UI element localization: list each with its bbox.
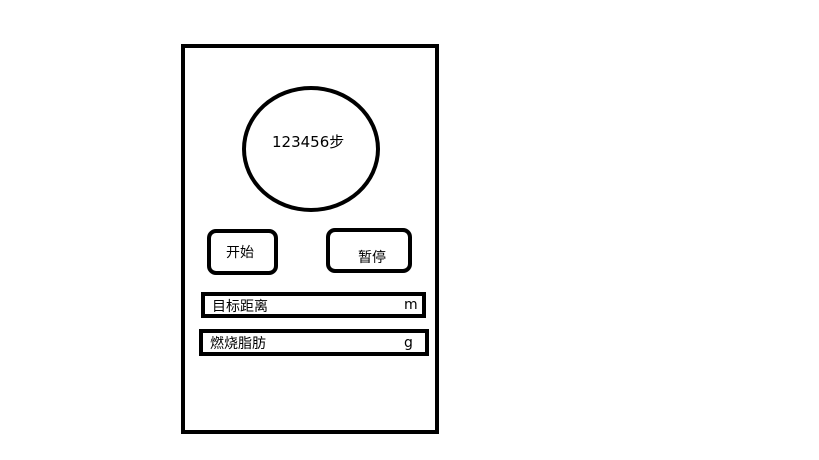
start-button-label: 开始 <box>226 245 254 261</box>
target-distance-unit: m <box>404 297 418 313</box>
start-button[interactable]: 开始 <box>207 229 278 275</box>
fat-burned-unit: g <box>404 335 413 351</box>
target-distance-label: 目标距离 <box>212 299 268 315</box>
fat-burned-label: 燃烧脂肪 <box>210 336 266 352</box>
pause-button[interactable]: 暂停 <box>326 228 412 273</box>
fat-burned-field[interactable]: 燃烧脂肪 g <box>199 329 429 356</box>
step-count: 123456步 <box>272 133 345 151</box>
pause-button-label: 暂停 <box>358 250 386 266</box>
target-distance-field[interactable]: 目标距离 m <box>201 292 426 318</box>
